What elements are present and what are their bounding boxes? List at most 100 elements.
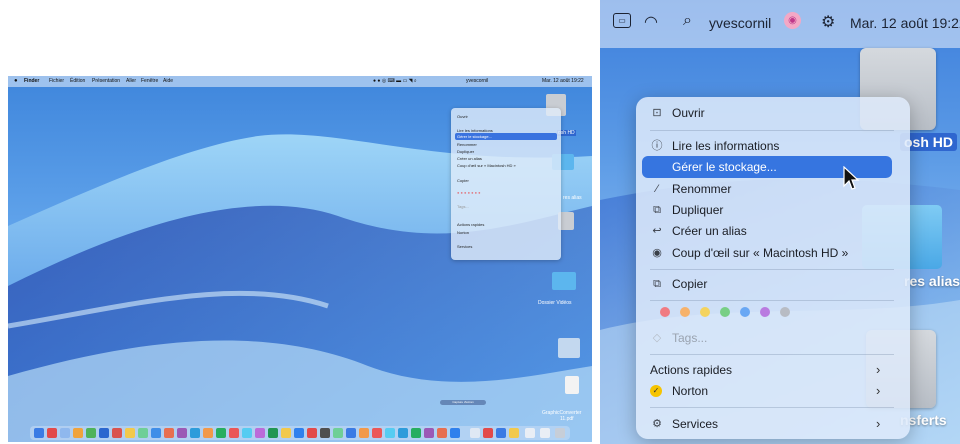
dock-app-icon[interactable]	[151, 428, 161, 438]
dock-app-icon[interactable]	[203, 428, 213, 438]
dock-app-icon[interactable]	[294, 428, 304, 438]
dock-app-icon[interactable]	[268, 428, 278, 438]
dock-app-icon[interactable]	[60, 428, 70, 438]
dock-app-icon[interactable]	[99, 428, 109, 438]
videos-folder-icon[interactable]	[552, 272, 576, 290]
dock-app-icon[interactable]	[138, 428, 148, 438]
menu-aller[interactable]: Aller	[126, 76, 136, 87]
dock-app-icon[interactable]	[281, 428, 291, 438]
dock-trash-icon[interactable]	[555, 428, 565, 438]
menu-item-norton[interactable]: ✓ Norton ›	[636, 380, 910, 402]
dock-app-icon[interactable]	[359, 428, 369, 438]
menu-datetime[interactable]: Mar. 12 août 19:22	[850, 15, 960, 31]
dock-app-icon[interactable]	[112, 428, 122, 438]
small-open[interactable]: Ouvrir	[457, 114, 468, 119]
wifi-icon[interactable]: ◠	[644, 12, 658, 32]
menu-aide[interactable]: Aide	[163, 76, 173, 87]
dock-app-icon[interactable]	[177, 428, 187, 438]
dock-folder-icon[interactable]	[540, 428, 550, 438]
dock-app-icon[interactable]	[255, 428, 265, 438]
small-services[interactable]: Services	[457, 244, 472, 249]
menu-presentation[interactable]: Présentation	[92, 76, 120, 87]
dock-app-icon[interactable]	[307, 428, 317, 438]
copy-icon: ⧉	[653, 278, 661, 290]
apple-menu-icon[interactable]: ●	[14, 76, 18, 87]
menu-datetime-small[interactable]: Mar. 12 août 19:22	[542, 76, 584, 87]
menu-item-duplicate[interactable]: ⧉ Dupliquer	[636, 199, 910, 221]
screen-icon[interactable]: ▭	[613, 13, 631, 28]
dock-finder-icon[interactable]	[34, 428, 44, 438]
dock-app-icon[interactable]	[320, 428, 330, 438]
dock-app-icon[interactable]	[47, 428, 57, 438]
menu-user-small[interactable]: yvescornil	[466, 76, 488, 87]
dock-app-icon[interactable]	[346, 428, 356, 438]
menu-fichier[interactable]: Fichier	[49, 76, 64, 87]
menu-item-services[interactable]: ⚙ Services ›	[636, 413, 910, 435]
dock-app-icon[interactable]	[385, 428, 395, 438]
screenshot-pill: Capture d'écran	[440, 400, 486, 405]
tag-blue[interactable]	[740, 307, 750, 317]
user-avatar-icon[interactable]: ◉	[784, 12, 801, 29]
dock-app-icon[interactable]	[437, 428, 447, 438]
menu-item-copy[interactable]: ⧉ Copier	[636, 273, 910, 295]
menu-fenetre[interactable]: Fenêtre	[141, 76, 158, 87]
menu-item-rename[interactable]: ⁄ Renommer	[636, 178, 910, 200]
small-quick-actions[interactable]: Actions rapides	[457, 222, 484, 227]
dock-app-icon[interactable]	[190, 428, 200, 438]
small-duplicate[interactable]: Dupliquer	[457, 149, 474, 154]
tag-purple[interactable]	[760, 307, 770, 317]
dock-app-icon[interactable]	[86, 428, 96, 438]
small-make-alias[interactable]: Créer un alias	[457, 156, 482, 161]
chevron-right-icon: ›	[876, 416, 881, 431]
small-quick-look[interactable]: Coup d'œil sur « Macintosh HD »	[457, 163, 516, 168]
dock-app-icon[interactable]	[216, 428, 226, 438]
control-center-icon[interactable]: ⚙	[821, 12, 835, 32]
small-norton[interactable]: Norton	[457, 230, 469, 235]
dock-app-icon[interactable]	[242, 428, 252, 438]
dock-app-icon[interactable]	[424, 428, 434, 438]
dock-app-icon[interactable]	[73, 428, 83, 438]
tag-icon: ◇	[652, 332, 662, 344]
tag-red[interactable]	[660, 307, 670, 317]
tag-yellow[interactable]	[700, 307, 710, 317]
dock-app-icon[interactable]	[398, 428, 408, 438]
small-copy[interactable]: Copier	[457, 178, 469, 183]
tag-green[interactable]	[720, 307, 730, 317]
tag-gray[interactable]	[780, 307, 790, 317]
dock-app-icon[interactable]	[411, 428, 421, 438]
dock-app-icon[interactable]	[125, 428, 135, 438]
menu-item-open[interactable]: ⊡ Ouvrir	[636, 102, 910, 124]
pdf-file-icon[interactable]	[565, 376, 579, 394]
chevron-right-icon: ›	[876, 362, 881, 377]
screenshot-icon[interactable]	[558, 338, 580, 358]
dock-app-icon[interactable]	[229, 428, 239, 438]
menu-item-get-info[interactable]: ⓘ Lire les informations	[636, 135, 910, 157]
menu-edition[interactable]: Édition	[70, 76, 85, 87]
dock-folder-icon[interactable]	[525, 428, 535, 438]
menu-item-quick-look[interactable]: ◉ Coup d'œil sur « Macintosh HD »	[636, 242, 910, 264]
pointer-cursor-icon	[843, 166, 860, 190]
dock-app-icon[interactable]	[509, 428, 519, 438]
dock-app-icon[interactable]	[483, 428, 493, 438]
menu-user[interactable]: yvescornil	[709, 15, 771, 31]
dock-app-icon[interactable]	[372, 428, 382, 438]
eye-icon: ◉	[652, 247, 662, 259]
small-rename[interactable]: Renommer	[457, 142, 477, 147]
tag-orange[interactable]	[680, 307, 690, 317]
info-icon: ⓘ	[651, 140, 663, 152]
dock-app-icon[interactable]	[470, 428, 480, 438]
status-icons[interactable]: ● ● ◎ ⌨ ▬ ▭ ◥ ⌕	[373, 76, 417, 87]
menu-app[interactable]: Finder	[24, 76, 39, 87]
small-tag-dots[interactable]: ● ● ● ● ● ● ●	[457, 190, 481, 195]
dock-app-icon[interactable]	[450, 428, 460, 438]
menu-item-tags[interactable]: ◇ Tags...	[636, 327, 910, 349]
small-manage-storage[interactable]: Gérer le stockage...	[455, 133, 557, 140]
dock-app-icon[interactable]	[164, 428, 174, 438]
menu-item-make-alias[interactable]: ↩ Créer un alias	[636, 220, 910, 242]
pencil-icon: ⁄	[656, 183, 658, 195]
search-icon[interactable]: ⌕	[683, 12, 692, 30]
dock-app-icon[interactable]	[333, 428, 343, 438]
menu-item-quick-actions[interactable]: Actions rapides ›	[636, 359, 910, 381]
dock-app-icon[interactable]	[496, 428, 506, 438]
small-tags[interactable]: Tags...	[457, 204, 469, 209]
